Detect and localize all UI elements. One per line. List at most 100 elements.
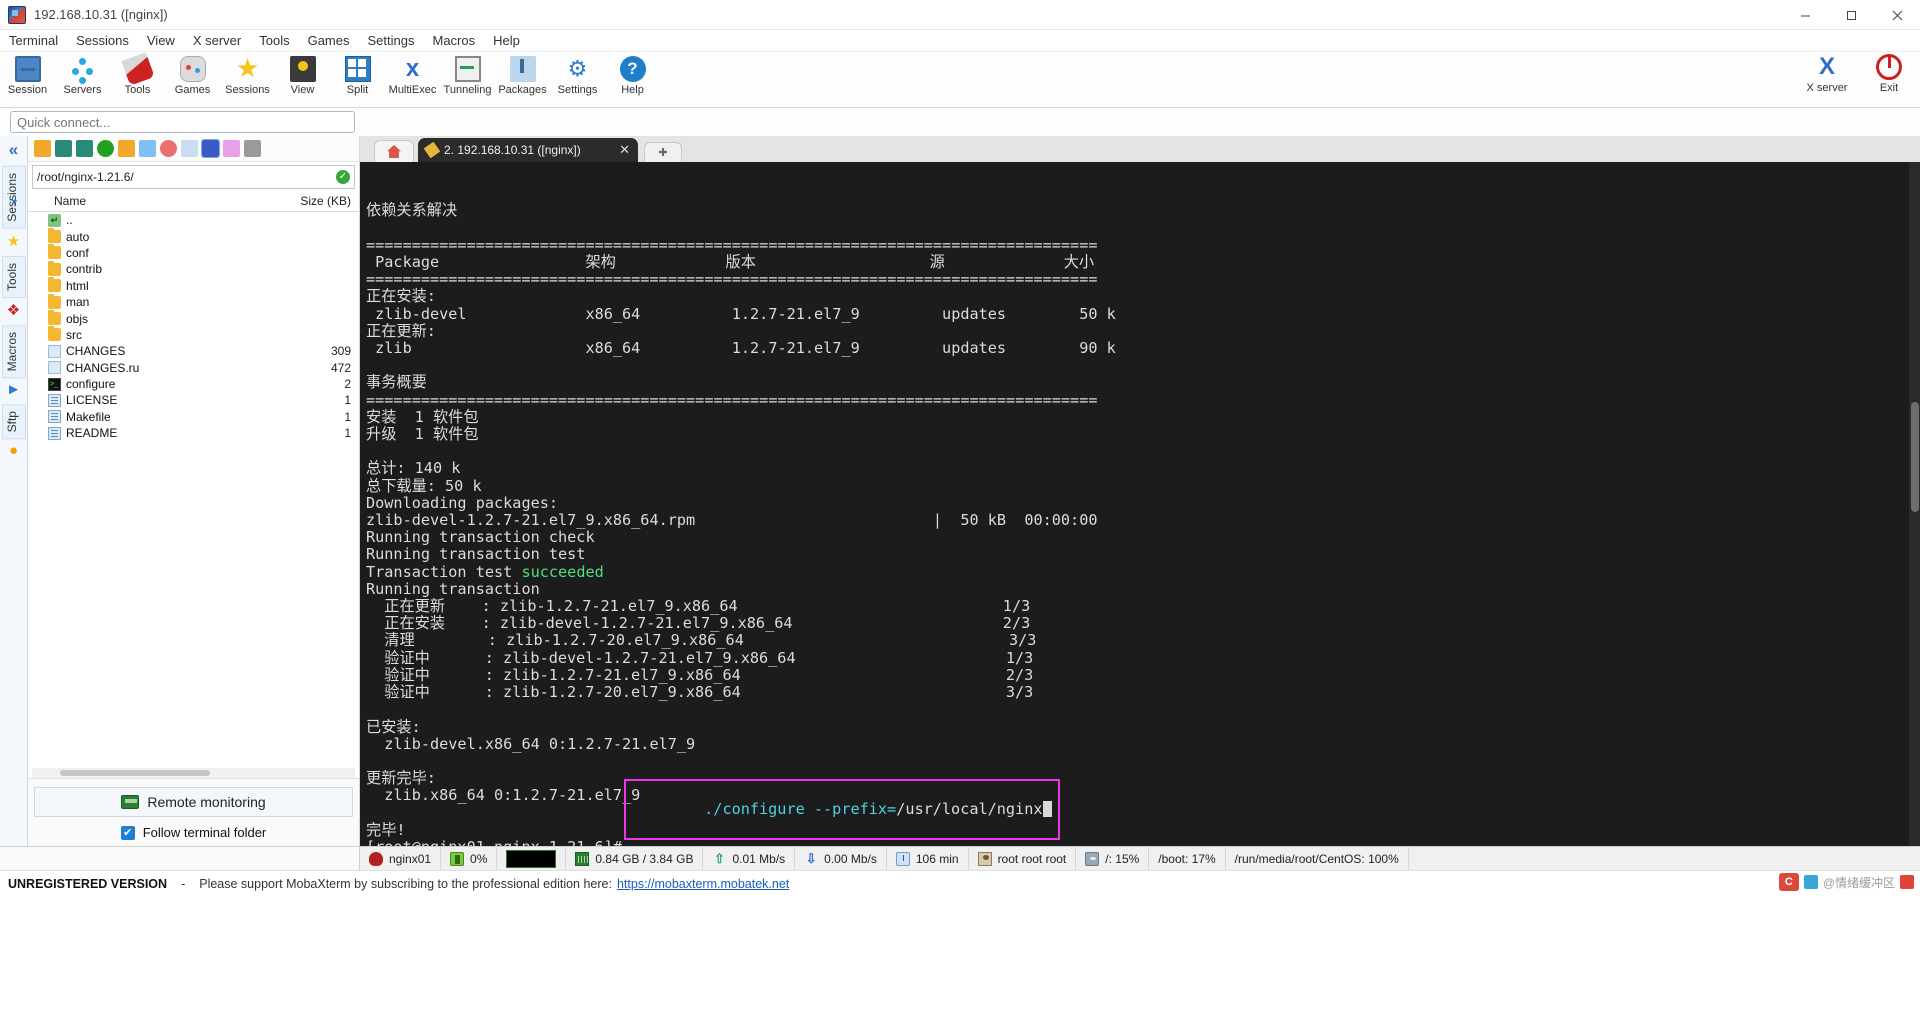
minimize-button[interactable] xyxy=(1782,0,1828,30)
status-disk-boot[interactable]: /boot: 17% xyxy=(1149,846,1226,871)
toolbar-settings[interactable]: ⚙ Settings xyxy=(550,54,605,96)
column-size[interactable]: Size (KB) xyxy=(289,194,355,208)
toolbar-right-group: X X server Exit xyxy=(1796,52,1920,94)
sftp-path-bar[interactable]: /root/nginx-1.21.6/ ✓ xyxy=(32,165,355,189)
status-graph[interactable] xyxy=(497,846,567,871)
menu-settings[interactable]: Settings xyxy=(359,30,424,52)
rail-tab-sftp[interactable]: Sftp xyxy=(1,404,26,440)
terminal-line: zlib-devel.x86_64 0:1.2.7-21.el7_9 xyxy=(366,734,696,753)
new-file-icon[interactable] xyxy=(139,140,156,157)
terminal-line: 正在更新: xyxy=(366,321,436,340)
menu-macros[interactable]: Macros xyxy=(423,30,484,52)
column-name[interactable]: Name xyxy=(32,194,289,208)
status-upload[interactable]: ⇧ 0.01 Mb/s xyxy=(703,846,796,871)
tab-label: 2. 192.168.10.31 ([nginx]) xyxy=(444,143,581,157)
servers-icon xyxy=(70,56,96,82)
toolbar-multiexec[interactable]: x MultiExec xyxy=(385,54,440,97)
download-icon[interactable] xyxy=(55,140,72,157)
list-item[interactable]: CHANGES 309 xyxy=(28,343,359,359)
list-item[interactable]: CHANGES.ru 472 xyxy=(28,360,359,376)
terminal-scrollbar[interactable] xyxy=(1909,162,1920,846)
toolbar-servers[interactable]: Servers xyxy=(55,54,110,96)
refresh-icon[interactable] xyxy=(97,140,114,157)
list-item[interactable]: src xyxy=(28,326,359,343)
tab-home[interactable] xyxy=(374,140,414,162)
toolbar-split[interactable]: Split xyxy=(330,54,385,96)
x-server-icon: X xyxy=(1818,53,1835,80)
list-item[interactable]: man xyxy=(28,293,359,310)
status-host[interactable]: nginx01 xyxy=(360,846,442,871)
toolbar-tunneling[interactable]: Tunneling xyxy=(440,54,495,96)
magic-wand-icon[interactable] xyxy=(223,140,240,157)
follow-terminal-checkbox[interactable]: ✔ xyxy=(120,825,135,840)
status-memory[interactable]: 0.84 GB / 3.84 GB xyxy=(566,846,704,871)
status-user[interactable]: root root root xyxy=(969,846,1077,871)
toolbar-tools[interactable]: Tools xyxy=(110,52,165,96)
close-button[interactable] xyxy=(1874,0,1920,30)
sort-caret-icon[interactable]: ▼ xyxy=(10,197,19,207)
list-item[interactable]: contrib xyxy=(28,260,359,277)
list-item[interactable]: LICENSE 1 xyxy=(28,392,359,408)
status-uptime[interactable]: 106 min xyxy=(887,846,969,871)
sftp-panel: /root/nginx-1.21.6/ ✓ ▼ Name Size (KB) ↵… xyxy=(10,136,360,846)
mobaxterm-link[interactable]: https://mobaxterm.mobatek.net xyxy=(612,877,789,891)
rail-tab-macros[interactable]: Macros xyxy=(1,324,26,379)
toolbar-x-server[interactable]: X X server xyxy=(1796,52,1858,95)
toolbar-help[interactable]: ? Help xyxy=(605,54,660,96)
collapse-sidebar-icon[interactable]: « xyxy=(9,140,18,160)
status-download[interactable]: ⇩ 0.00 Mb/s xyxy=(795,846,887,871)
follow-terminal-folder-row[interactable]: ✔ Follow terminal folder xyxy=(28,825,359,840)
go-parent-icon[interactable] xyxy=(34,140,51,157)
toolbar-games[interactable]: Games xyxy=(165,54,220,96)
globe-icon: ● xyxy=(8,442,19,460)
menu-sessions[interactable]: Sessions xyxy=(67,30,138,52)
list-item[interactable]: README 1 xyxy=(28,425,359,441)
toolbar-exit[interactable]: Exit xyxy=(1858,52,1920,94)
status-cpu[interactable]: 0% xyxy=(441,846,498,871)
toolbar-session[interactable]: Session xyxy=(0,54,55,96)
status-download-text: 0.00 Mb/s xyxy=(824,851,877,866)
menu-terminal[interactable]: Terminal xyxy=(0,30,67,52)
binary-mode-icon[interactable] xyxy=(201,139,220,158)
remote-monitoring-label: Remote monitoring xyxy=(147,794,266,810)
toolbar-sessions[interactable]: ★ Sessions xyxy=(220,54,275,96)
status-disk-media[interactable]: /run/media/root/CentOS: 100% xyxy=(1226,846,1409,871)
delete-icon[interactable] xyxy=(160,140,177,157)
csdn-badge-icon: C xyxy=(1778,873,1799,891)
terminal-output[interactable]: 依赖关系解决 =================================… xyxy=(360,162,1920,846)
list-item[interactable]: objs xyxy=(28,310,359,326)
tab-session-active[interactable]: 2. 192.168.10.31 ([nginx]) ✕ xyxy=(418,138,638,162)
quick-connect-input[interactable] xyxy=(10,111,355,133)
list-item[interactable]: ↵.. xyxy=(28,212,359,228)
menu-tools[interactable]: Tools xyxy=(250,30,298,52)
close-icon[interactable]: ✕ xyxy=(605,142,630,158)
maximize-button[interactable] xyxy=(1828,0,1874,30)
list-item[interactable]: >_ configure 2 xyxy=(28,376,359,392)
list-item[interactable]: conf xyxy=(28,244,359,261)
list-item[interactable]: auto xyxy=(28,228,359,244)
menu-view[interactable]: View xyxy=(138,30,184,52)
menu-x-server[interactable]: X server xyxy=(184,30,250,52)
upload-icon[interactable] xyxy=(76,140,93,157)
toolbar-packages[interactable]: Packages xyxy=(495,54,550,96)
menu-games[interactable]: Games xyxy=(299,30,359,52)
list-item[interactable]: html xyxy=(28,277,359,294)
folder-icon xyxy=(48,244,61,260)
terminal-line: zlib.x86_64 0:1.2.7-21.el7_9 xyxy=(366,786,641,805)
new-folder-icon[interactable] xyxy=(118,140,135,157)
horizontal-scrollbar[interactable] xyxy=(32,768,355,778)
file-name: auto xyxy=(66,229,90,244)
terminal-icon[interactable] xyxy=(244,140,261,157)
text-mode-icon[interactable] xyxy=(181,140,198,157)
toolbar-view[interactable]: View xyxy=(275,54,330,96)
new-tab-button[interactable]: ✚ xyxy=(644,142,682,162)
text-file-icon xyxy=(48,426,61,440)
status-disk-root[interactable]: /: 15% xyxy=(1076,846,1150,871)
menu-help[interactable]: Help xyxy=(484,30,529,52)
sftp-footer: Remote monitoring ✔ Follow terminal fold… xyxy=(28,778,359,846)
sftp-file-list[interactable]: ↵.. auto conf contrib html man objs src … xyxy=(28,212,359,768)
rail-tab-tools[interactable]: Tools xyxy=(1,255,26,298)
list-item[interactable]: Makefile 1 xyxy=(28,409,359,425)
remote-monitoring-button[interactable]: Remote monitoring xyxy=(34,787,353,817)
toolbar-tunneling-label: Tunneling xyxy=(443,84,492,96)
